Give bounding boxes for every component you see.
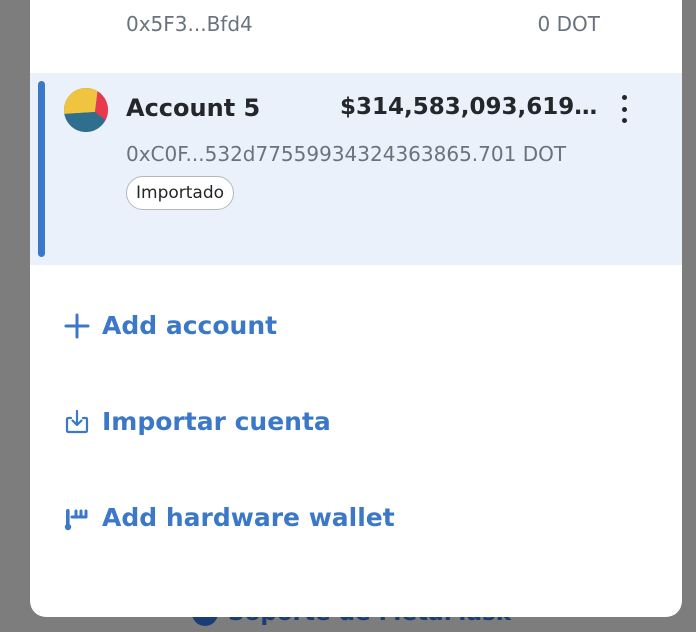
add-hardware-wallet-button[interactable]: Add hardware wallet — [64, 503, 395, 532]
imported-tag: Importado — [126, 176, 235, 210]
selected-indicator — [38, 81, 45, 257]
kebab-menu-icon[interactable] — [618, 95, 630, 123]
account-list-item[interactable]: 0x5F3...Bfd4 0 DOT — [30, 0, 682, 52]
import-account-label: Importar cuenta — [102, 407, 331, 436]
add-account-button[interactable]: Add account — [64, 311, 277, 340]
add-account-label: Add account — [102, 311, 278, 340]
account-list-item-selected[interactable]: Account 5 $314,583,093,619,6... 0xC0F...… — [30, 73, 682, 265]
account-address-balance: 0xC0F...532d77559934324363865.701 DOT — [126, 142, 567, 166]
account-fiat-balance: $314,583,093,619,6... — [340, 94, 602, 120]
account-address: 0x5F3...Bfd4 — [126, 12, 253, 36]
account-list-modal: 0x5F3...Bfd4 0 DOT Account 5 $314,583,09… — [30, 0, 682, 617]
import-account-button[interactable]: Importar cuenta — [64, 407, 331, 436]
add-hardware-wallet-label: Add hardware wallet — [102, 503, 395, 532]
plus-icon — [64, 313, 90, 338]
account-balance: 0 DOT — [537, 12, 600, 36]
import-icon — [65, 409, 89, 433]
account-avatar — [64, 88, 108, 132]
hardware-wallet-icon — [64, 508, 88, 530]
account-name: Account 5 — [126, 94, 261, 122]
